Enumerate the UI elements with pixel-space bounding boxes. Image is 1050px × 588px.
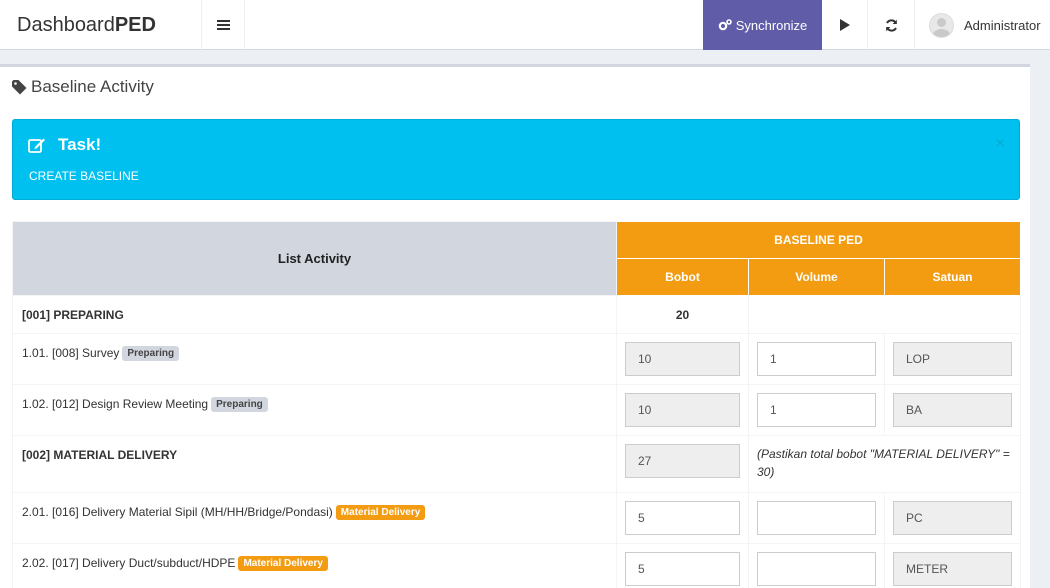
- user-menu[interactable]: Administrator: [915, 0, 1050, 50]
- volume-field[interactable]: [757, 552, 876, 586]
- category-label: [001] PREPARING: [12, 295, 617, 334]
- edit-icon: [28, 138, 45, 153]
- gears-icon: [718, 19, 732, 31]
- activity-name: 2.01. [016] Delivery Material Sipil (MH/…: [22, 505, 333, 519]
- task-alert: Task! CREATE BASELINE ×: [12, 119, 1020, 200]
- column-group-baseline-ped: BASELINE PED: [615, 221, 1022, 259]
- alert-title: Task!: [28, 135, 101, 155]
- page-title: Baseline Activity: [12, 77, 154, 97]
- logo-bold-text: PED: [114, 14, 156, 36]
- column-header-satuan: Satuan: [883, 258, 1022, 296]
- table-row: 1.02. [012] Design Review Meeting Prepari…: [12, 384, 1022, 436]
- category-bobot: 20: [616, 295, 749, 334]
- bobot-field: 10: [625, 342, 740, 376]
- user-name: Administrator: [964, 17, 1041, 33]
- satuan-field: PC: [893, 501, 1013, 535]
- alert-title-text: Task!: [58, 135, 102, 154]
- status-badge: Preparing: [211, 397, 268, 412]
- volume-field[interactable]: [757, 501, 876, 535]
- column-header-activity: List Activity: [12, 221, 617, 296]
- synchronize-button[interactable]: Synchronize: [703, 0, 822, 50]
- bobot-field[interactable]: 5: [625, 552, 740, 586]
- sidebar-toggle-button[interactable]: [202, 0, 245, 50]
- play-icon: [839, 19, 850, 31]
- column-header-volume: Volume: [748, 258, 885, 296]
- activity-name: 1.01. [008] Survey: [22, 346, 120, 360]
- baseline-table: List Activity BASELINE PED Bobot Volume …: [12, 221, 1022, 588]
- category-row: [001] PREPARING 20: [12, 295, 1022, 334]
- volume-field[interactable]: 1: [757, 342, 876, 376]
- content-box: Baseline Activity Task! CREATE BASELINE …: [0, 64, 1030, 588]
- menu-icon: [216, 20, 230, 30]
- table-row: 2.02. [017] Delivery Duct/subduct/HDPE Ma…: [12, 543, 1022, 588]
- bobot-warning-text: (Pastikan total bobot "MATERIAL DELIVERY…: [747, 435, 1022, 493]
- satuan-field: BA: [893, 393, 1013, 427]
- avatar: [929, 12, 954, 38]
- satuan-field: METER: [893, 552, 1013, 586]
- category-row: [002] MATERIAL DELIVERY 27 (Pastikan tot…: [12, 435, 1022, 493]
- bobot-field: 10: [625, 393, 740, 427]
- alert-text: CREATE BASELINE: [29, 169, 139, 183]
- refresh-icon: [885, 18, 897, 32]
- column-header-bobot: Bobot: [616, 258, 749, 296]
- volume-field[interactable]: 1: [757, 393, 876, 427]
- status-badge: Material Delivery: [238, 556, 328, 571]
- top-navbar: DashboardPED Synchronize Administrator: [0, 0, 1050, 50]
- bobot-field[interactable]: 5: [625, 501, 740, 535]
- refresh-button[interactable]: [867, 0, 915, 50]
- activity-name: 1.02. [012] Design Review Meeting: [22, 397, 209, 411]
- close-icon[interactable]: ×: [996, 135, 1005, 153]
- play-button[interactable]: [822, 0, 867, 50]
- category-label: [002] MATERIAL DELIVERY: [12, 435, 617, 493]
- tag-icon: [12, 79, 27, 94]
- category-bobot-field: 27: [625, 444, 740, 478]
- table-row: 1.01. [008] Survey Preparing 10 1 LOP: [12, 333, 1022, 385]
- satuan-field: LOP: [893, 342, 1013, 376]
- status-badge: Material Delivery: [335, 505, 426, 520]
- app-logo[interactable]: DashboardPED: [0, 0, 202, 50]
- activity-name: 2.02. [017] Delivery Duct/subduct/HDPE: [22, 556, 236, 570]
- synchronize-label: Synchronize: [735, 17, 808, 33]
- table-row: 2.01. [016] Delivery Material Sipil (MH/…: [12, 492, 1022, 544]
- logo-light-text: Dashboard: [17, 14, 115, 36]
- status-badge: Preparing: [122, 346, 180, 361]
- page-title-text: Baseline Activity: [31, 77, 154, 96]
